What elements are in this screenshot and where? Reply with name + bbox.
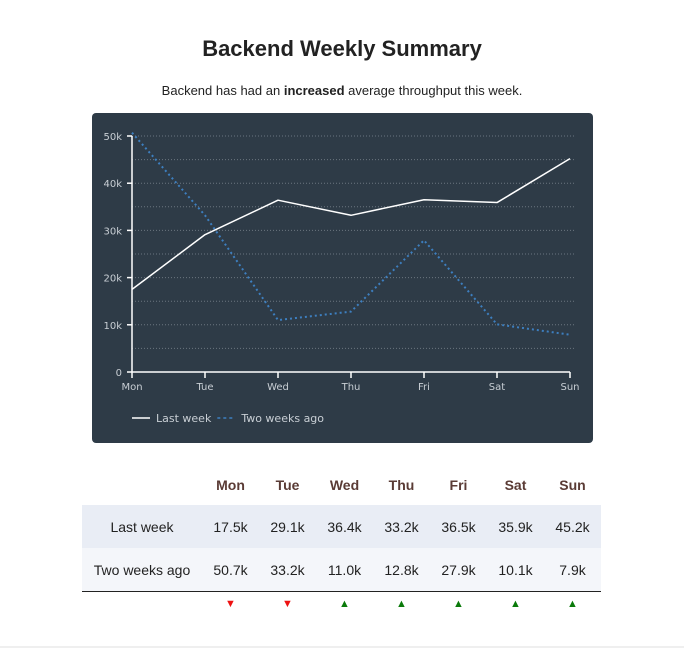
column-header-thu: Thu xyxy=(388,477,415,493)
axes: 0 10k 20k 30k 40k 50k Mon Tue Wed Thu Fri Sat Sun xyxy=(103,132,579,393)
column-header-wed: Wed xyxy=(329,477,360,493)
page-title: Backend Weekly Summary xyxy=(202,36,482,61)
summary-text-pre: Backend has had an xyxy=(161,83,284,98)
trend-down-arrow-icon: ▼ xyxy=(225,598,236,610)
column-header-sun: Sun xyxy=(559,477,586,493)
row-label: Two weeks ago xyxy=(82,548,202,592)
column-header-fri: Fri xyxy=(449,477,468,493)
summary-text-post: average throughput this week. xyxy=(344,83,523,98)
trend-up-arrow-icon: ▲ xyxy=(396,598,407,610)
legend-label: Two weeks ago xyxy=(240,412,324,425)
table-cell: 12.8k xyxy=(373,548,430,592)
table-cell: 29.1k xyxy=(259,505,316,548)
table-cell: 36.4k xyxy=(316,505,373,548)
column-header-empty xyxy=(82,465,202,505)
table-cell: 27.9k xyxy=(430,548,487,592)
y-tick-label: 50k xyxy=(103,132,122,143)
trend-empty xyxy=(82,592,202,617)
table-row-last-week: Last week 17.5k 29.1k 36.4k 33.2k 36.5k … xyxy=(82,505,601,548)
table-cell: 33.2k xyxy=(259,548,316,592)
table-row-two-weeks-ago: Two weeks ago 50.7k 33.2k 11.0k 12.8k 27… xyxy=(82,548,601,592)
legend-label: Last week xyxy=(156,412,212,425)
summary-sentence: Backend has had an increased average thr… xyxy=(0,83,684,98)
series-line-last-week xyxy=(131,158,571,290)
trend-up-arrow-icon: ▲ xyxy=(510,598,521,610)
x-tick-label: Thu xyxy=(341,382,361,393)
x-tick-label: Fri xyxy=(418,382,430,393)
y-tick-label: 20k xyxy=(103,274,122,285)
trend-up-arrow-icon: ▲ xyxy=(339,598,350,610)
summary-trend-word: increased xyxy=(283,83,345,98)
table-header-row: Mon Tue Wed Thu Fri Sat Sun xyxy=(82,465,601,505)
trend-row: ▼ ▼ ▲ ▲ ▲ ▲ ▲ xyxy=(82,592,601,617)
table-cell: 7.9k xyxy=(544,548,601,592)
x-tick-label: Sat xyxy=(489,382,505,393)
trend-down-arrow-icon: ▼ xyxy=(282,598,293,610)
y-tick-label: 40k xyxy=(103,179,122,190)
x-tick-label: Mon xyxy=(121,382,142,393)
row-label: Last week xyxy=(82,505,202,548)
y-tick-label: 0 xyxy=(116,368,122,379)
chart-svg: 0 10k 20k 30k 40k 50k Mon Tue Wed Thu Fri Sat Sun La… xyxy=(103,132,579,425)
column-header-mon: Mon xyxy=(216,477,245,493)
column-header-sat: Sat xyxy=(504,477,527,493)
table-cell: 35.9k xyxy=(487,505,544,548)
series-line-two-weeks-ago xyxy=(131,132,571,336)
column-header-tue: Tue xyxy=(275,477,300,493)
summary-table: Mon Tue Wed Thu Fri Sat Sun Last week 17… xyxy=(82,465,601,616)
trend-up-arrow-icon: ▲ xyxy=(453,598,464,610)
x-tick-label: Sun xyxy=(560,382,579,393)
x-tick-label: Tue xyxy=(195,382,213,393)
trend-up-arrow-icon: ▲ xyxy=(567,598,578,610)
table-cell: 36.5k xyxy=(430,505,487,548)
x-tick-label: Wed xyxy=(267,382,289,393)
throughput-chart: 0 10k 20k 30k 40k 50k Mon Tue Wed Thu Fri Sat Sun La… xyxy=(92,113,593,443)
y-tick-label: 10k xyxy=(103,321,122,332)
table-cell: 10.1k xyxy=(487,548,544,592)
table-cell: 11.0k xyxy=(316,548,373,592)
legend: Last week Two weeks ago xyxy=(132,412,324,425)
series-lines xyxy=(131,132,571,336)
table-cell: 17.5k xyxy=(202,505,259,548)
table-cell: 33.2k xyxy=(373,505,430,548)
y-tick-label: 30k xyxy=(103,226,122,237)
table-cell: 50.7k xyxy=(202,548,259,592)
table-cell: 45.2k xyxy=(544,505,601,548)
grid-lines xyxy=(132,135,574,349)
